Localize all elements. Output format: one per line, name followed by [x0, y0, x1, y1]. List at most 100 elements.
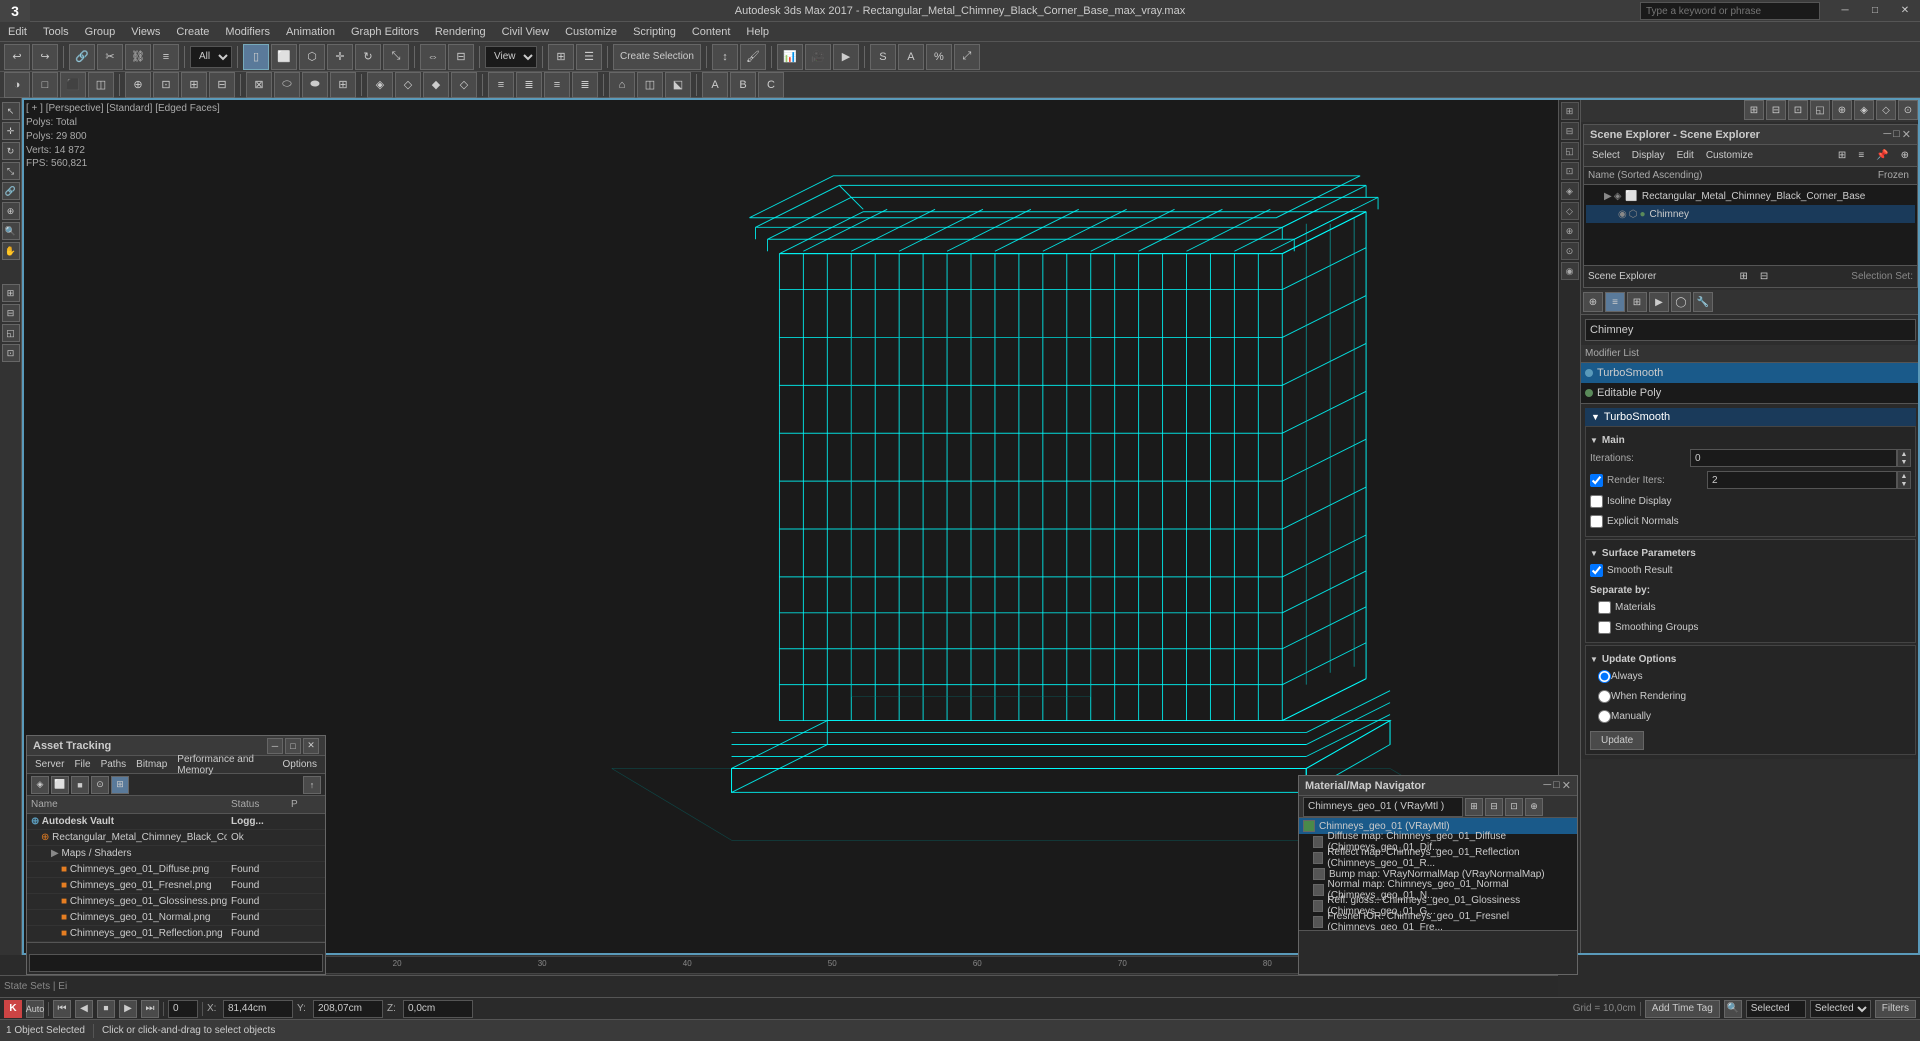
tb2-btn4[interactable]: ◫ [88, 72, 114, 98]
create-selection-button[interactable]: Create Selection [613, 44, 701, 70]
left-tool-scale[interactable]: ⤡ [2, 162, 20, 180]
iterations-spinner[interactable]: ▲ ▼ [1897, 449, 1911, 467]
play-last-btn[interactable]: ⏭ [141, 1000, 159, 1018]
mat-nav-btn2[interactable]: ⊟ [1485, 798, 1503, 816]
tb2-btn17[interactable]: ≡ [488, 72, 514, 98]
select-mode-button[interactable]: ↕ [712, 44, 738, 70]
at-row-reflection[interactable]: ■ Chimneys_geo_01_Reflection.png Found [27, 926, 325, 942]
mirror-button[interactable]: ⇔ [420, 44, 446, 70]
modifier-editable-poly[interactable]: Editable Poly [1581, 383, 1920, 403]
rp-icon6[interactable]: ◈ [1854, 100, 1874, 120]
scene-tree-root[interactable]: ▶ ◈ ⬜ Rectangular_Metal_Chimney_Black_Co… [1586, 187, 1915, 205]
tb2-btn6[interactable]: ⊡ [153, 72, 179, 98]
lsi-btn8[interactable]: ⊙ [1561, 242, 1579, 260]
mat-nav-btn1[interactable]: ⊞ [1465, 798, 1483, 816]
tb2-btn22[interactable]: ◫ [637, 72, 663, 98]
at-row-glossiness[interactable]: ■ Chimneys_geo_01_Glossiness.png Found [27, 894, 325, 910]
menu-animation[interactable]: Animation [278, 22, 343, 42]
rp-icon7[interactable]: ◇ [1876, 100, 1896, 120]
at-menu-perf[interactable]: Performance and Memory [173, 753, 276, 777]
mat-nav-max-btn[interactable]: □ [1553, 779, 1560, 792]
se-icon4[interactable]: ⊕ [1897, 148, 1913, 163]
at-row-file[interactable]: ⊕ Rectangular_Metal_Chimney_Black_Corner… [27, 830, 325, 846]
menu-civil-view[interactable]: Civil View [494, 22, 557, 42]
when-rendering-radio[interactable] [1598, 690, 1611, 703]
tb2-btn20[interactable]: ≣ [572, 72, 598, 98]
search-input[interactable] [1640, 2, 1820, 20]
rp-icon5[interactable]: ⊕ [1832, 100, 1852, 120]
lsi-btn5[interactable]: ◈ [1561, 182, 1579, 200]
tb2-btn21[interactable]: ⌂ [609, 72, 635, 98]
at-menu-paths[interactable]: Paths [97, 758, 131, 771]
at-tool1[interactable]: ◈ [31, 776, 49, 794]
mat-nav-scrollbar[interactable] [1299, 930, 1577, 940]
rp-icon4[interactable]: ◱ [1810, 100, 1830, 120]
se-edit-btn[interactable]: Edit [1673, 148, 1698, 163]
smooth-result-checkbox[interactable] [1590, 564, 1603, 577]
menu-views[interactable]: Views [123, 22, 168, 42]
render-iters-spinner-down[interactable]: ▼ [1898, 480, 1910, 488]
at-row-vault[interactable]: ⊕ Autodesk Vault Logg... [27, 814, 325, 830]
selection-dropdown[interactable]: Selected [1810, 1000, 1871, 1018]
add-time-tag-button[interactable]: Add Time Tag [1645, 1000, 1720, 1018]
mat-item-reflect[interactable]: Reflect map: Chimneys_geo_01_Reflection … [1299, 850, 1577, 866]
tb2-btn7[interactable]: ⊞ [181, 72, 207, 98]
z-coord-input[interactable] [403, 1000, 473, 1018]
at-path-input[interactable] [29, 954, 323, 972]
modifier-turbosmooth[interactable]: TurboSmooth [1581, 363, 1920, 383]
menu-modifiers[interactable]: Modifiers [217, 22, 278, 42]
align-button[interactable]: ⊟ [448, 44, 474, 70]
at-tool6[interactable]: ↑ [303, 776, 321, 794]
se-select-btn[interactable]: Select [1588, 148, 1624, 163]
tb2-btn9[interactable]: ⊠ [246, 72, 272, 98]
mat-nav-close-btn[interactable]: ✕ [1562, 779, 1571, 792]
menu-tools[interactable]: Tools [35, 22, 77, 42]
redo-button[interactable]: ↪ [32, 44, 58, 70]
lsi-btn7[interactable]: ⊕ [1561, 222, 1579, 240]
menu-rendering[interactable]: Rendering [427, 22, 494, 42]
iterations-spinner-up[interactable]: ▲ [1898, 450, 1910, 458]
snap-toggle[interactable]: S [870, 44, 896, 70]
scene-tree-chimney[interactable]: ◉ ⬡ ● Chimney [1586, 205, 1915, 223]
left-tool-zoom[interactable]: 🔍 [2, 222, 20, 240]
mod-icon-motion[interactable]: ▶ [1649, 292, 1669, 312]
at-close-btn[interactable]: ✕ [303, 738, 319, 754]
play-forward-btn[interactable]: ▶ [119, 1000, 137, 1018]
left-tool-10[interactable]: ⊟ [2, 304, 20, 322]
at-menu-options[interactable]: Options [279, 758, 321, 771]
tb2-btn23[interactable]: ⬕ [665, 72, 691, 98]
mod-icon-modify[interactable]: ≡ [1605, 292, 1625, 312]
left-tool-link[interactable]: 🔗 [2, 182, 20, 200]
play-prev-btn[interactable]: ◀ [75, 1000, 93, 1018]
left-tool-move[interactable]: ✛ [2, 122, 20, 140]
tb2-btn12[interactable]: ⊞ [330, 72, 356, 98]
at-row-normal[interactable]: ■ Chimneys_geo_01_Normal.png Found [27, 910, 325, 926]
smoothing-groups-checkbox[interactable] [1598, 621, 1611, 634]
se-maximize-btn[interactable]: □ [1893, 128, 1900, 141]
se-customize-btn[interactable]: Customize [1702, 148, 1757, 163]
select-lasso-button[interactable]: ⬡ [299, 44, 325, 70]
tb2-btn8[interactable]: ⊟ [209, 72, 235, 98]
menu-help[interactable]: Help [738, 22, 777, 42]
paint-select-button[interactable]: 🖌 [740, 44, 766, 70]
se-close-btn[interactable]: ✕ [1902, 128, 1911, 141]
menu-content[interactable]: Content [684, 22, 739, 42]
spinner-snap[interactable]: ⤢ [954, 44, 980, 70]
at-tool3[interactable]: ■ [71, 776, 89, 794]
play-stop-btn[interactable]: ⏹ [97, 1000, 115, 1018]
tb2-btn26[interactable]: C [758, 72, 784, 98]
isoline-checkbox[interactable] [1590, 495, 1603, 508]
auto-key-button[interactable]: Auto [26, 1000, 44, 1018]
view-dropdown[interactable]: View [485, 46, 537, 68]
menu-customize[interactable]: Customize [557, 22, 625, 42]
tb2-btn5[interactable]: ⊕ [125, 72, 151, 98]
select-region-button[interactable]: ⬜ [271, 44, 297, 70]
at-tool2[interactable]: ⬜ [51, 776, 69, 794]
se-display-btn[interactable]: Display [1628, 148, 1669, 163]
left-tool-11[interactable]: ◱ [2, 324, 20, 342]
mat-nav-filter-input[interactable] [1303, 797, 1463, 817]
maximize-button[interactable]: □ [1860, 0, 1890, 22]
lsi-btn6[interactable]: ◇ [1561, 202, 1579, 220]
mat-nav-min-btn[interactable]: ─ [1543, 779, 1551, 792]
lsi-btn4[interactable]: ⊡ [1561, 162, 1579, 180]
